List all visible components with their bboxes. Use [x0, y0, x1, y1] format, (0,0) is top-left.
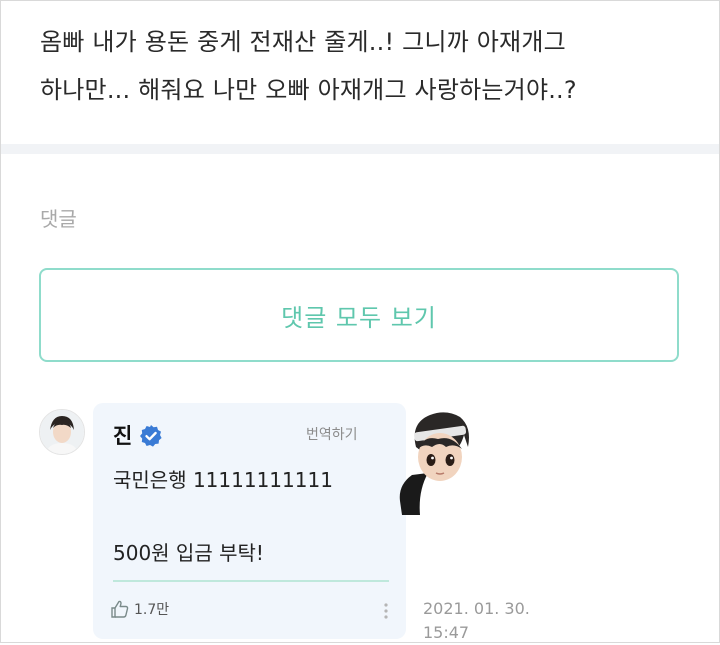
thumbs-up-icon[interactable]	[110, 599, 130, 619]
comment-author[interactable]: 진	[113, 420, 132, 450]
post-text-line-2: 하나만... 해줘요 나만 오빠 아재개그 사랑하는거야..?	[40, 76, 577, 104]
like-count: 1.7만	[134, 602, 170, 618]
comments-section-label: 댓글	[40, 207, 77, 231]
post-text-line-1: 옴빠 내가 용돈 중게 전재산 줄게..! 그니까 아재개그	[40, 28, 566, 56]
character-sticker-image	[398, 405, 478, 515]
verified-badge-icon	[139, 424, 163, 448]
bubble-divider	[113, 580, 389, 582]
post-body: 옴빠 내가 용돈 중게 전재산 줄게..! 그니까 아재개그 하나만... 해줘…	[40, 18, 700, 114]
view-all-comments-button[interactable]: 댓글 모두 보기	[39, 268, 679, 362]
avatar[interactable]	[39, 409, 85, 455]
translate-link[interactable]: 번역하기	[306, 424, 358, 444]
comment-time: 15:47	[423, 623, 470, 642]
comment-timestamp: 2021. 01. 30. 15:47	[423, 597, 530, 645]
more-options-icon[interactable]	[382, 601, 390, 621]
section-divider	[1, 144, 719, 154]
comment-text-line-2: 500원 입금 부탁!	[113, 541, 264, 565]
comment-date: 2021. 01. 30.	[423, 599, 530, 618]
comment-text-line-1: 국민은행 11111111111	[113, 468, 333, 492]
